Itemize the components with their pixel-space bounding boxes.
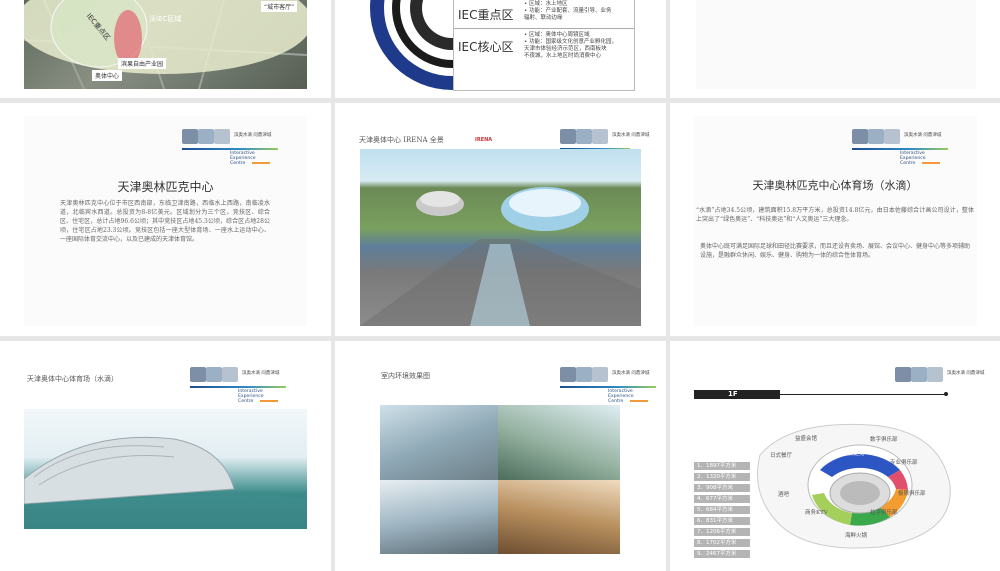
zone-key-title: IEC重点区 xyxy=(458,8,514,22)
zone-key-line: 辐射、联动边缘 xyxy=(524,15,563,21)
zone-core-line: 天津市体验经济示范区，西南板块 xyxy=(524,46,607,52)
interior-render-hall xyxy=(498,405,620,480)
zone-key-line: • 功能：产业配套、流量引导、业务 xyxy=(524,8,612,14)
zone-core-line: • 功能：国家级文化创意产业孵化园， xyxy=(524,39,617,45)
map-label-olympic-center: 奥体中心 xyxy=(92,70,123,81)
iec-zone-card: IEC重点区 • 区域：水上地区 • 功能：产业配套、流量引导、业务 辐射、联动… xyxy=(453,0,635,91)
map-label-city-hall: “城市客厅” xyxy=(261,1,298,12)
floor-marker xyxy=(944,392,948,396)
area-stat-row: 3．908平方米 xyxy=(694,484,750,492)
plan-label: 数字俱乐部 xyxy=(870,437,898,443)
floor-label: 1F xyxy=(728,390,738,398)
slide-title: 天津奥林匹克中心 xyxy=(117,180,214,194)
zone-core-line: • 区域：奥体中心周镜区域 xyxy=(524,32,590,38)
map-label-iec-area: 沃IEC区域 xyxy=(149,15,182,23)
plan-label: 拉字俱乐部 xyxy=(870,510,898,516)
slide-iec-zones[interactable]: IEC重点区 • 区域：水上地区 • 功能：产业配套、流量引导、业务 辐射、联动… xyxy=(335,0,666,98)
slide-body-text: 天津奥林匹克中心位于市区西南部，东临卫津南路，西临水上西路，南临凌水道，北临宾水… xyxy=(60,200,270,243)
area-stat-row: 1．1897平方米 xyxy=(694,462,750,470)
area-stat-row: 7．1206平方米 xyxy=(694,528,750,536)
area-stat-row: 4．677平方米 xyxy=(694,495,750,503)
area-stats-list: 1．1897平方米 2．1320平方米 3．908平方米 4．677平方米 5．… xyxy=(694,462,750,562)
stadium-aerial-render xyxy=(360,149,641,326)
slide-olympic-center-panorama[interactable]: 天津奥体中心 IRENA 全景 IRENA 滨奥水滴 问鼎津城 xyxy=(335,103,666,336)
plan-label: 商务KTV xyxy=(805,510,828,516)
plan-label: 益盛会馆 xyxy=(795,436,818,442)
center-gym-label: 宝力豪健身 xyxy=(835,450,866,457)
floor-divider xyxy=(780,394,946,395)
zone-key-line: • 区域：水上地区 xyxy=(524,1,568,7)
slide-para-1: “水滴”占地34.5公顷，建筑面积15.8万平方米，总投资14.8亿元，由日本佐… xyxy=(696,207,974,223)
iec-logo: 滨奥水滴 问鼎津城 Interactive Experience Centre xyxy=(190,367,286,404)
slide-aerial-map[interactable]: 沃IEC区域 “城市客厅” IEC重点区 滨果自由产业园 奥体中心 xyxy=(0,0,331,98)
area-stat-row: 6．831平方米 xyxy=(694,517,750,525)
iec-logo: 滨奥水滴 问鼎津城 xyxy=(895,367,991,401)
logo-brand-text: 滨奥水滴 问鼎津城 xyxy=(234,133,272,138)
blank-slide-area xyxy=(696,0,976,89)
area-stat-row: 5．684平方米 xyxy=(694,506,750,514)
aerial-map-image: 沃IEC区域 “城市客厅” IEC重点区 滨果自由产业园 奥体中心 xyxy=(24,0,307,89)
slide-title: 室内环境效果图 xyxy=(381,372,430,380)
slide-interior-renders[interactable]: 室内环境效果图 滨奥水滴 问鼎津城 Interactive Experience C… xyxy=(335,341,666,571)
slide-water-drop-stadium[interactable]: 滨奥水滴 问鼎津城 Interactive Experience Centre 天津… xyxy=(670,103,1000,336)
slide-blank[interactable] xyxy=(670,0,1000,98)
zone-core-line: 不夜城，水上地区时尚消费中心 xyxy=(524,53,602,59)
slide-para-2: 奥体中心既可满足国际足球和田径比赛要求，而且还设有卖场、展馆、会议中心、健身中心… xyxy=(700,243,971,259)
slide-stadium-exterior[interactable]: 天津奥体中心体育场（水滴） 滨奥水滴 问鼎津城 Interactive Exper… xyxy=(0,341,331,571)
area-stat-row: 8．1702平方米 xyxy=(694,539,750,547)
plan-label: 海鲜火锅 xyxy=(845,533,868,539)
plan-label: 酒吧 xyxy=(778,492,790,498)
plan-label: 专业俱乐部 xyxy=(890,460,918,466)
iec-logo: 滨奥水滴 问鼎津城 Interactive Experience Centre xyxy=(852,129,948,166)
map-label-industrial-park: 滨果自由产业园 xyxy=(118,58,167,69)
iec-logo: 滨奥水滴 问鼎津城 Interactive Experience Centre xyxy=(182,129,278,166)
interior-render-dining xyxy=(498,480,620,554)
area-stat-row: 9．2467平方米 xyxy=(694,550,750,558)
iec-logo: 滨奥水滴 问鼎津城 Interactive Experience Centre xyxy=(560,367,656,404)
slide-title: 天津奥林匹克中心体育场（水滴） xyxy=(752,179,918,192)
zone-core-title: IEC核心区 xyxy=(458,40,514,54)
slide-olympic-center-intro[interactable]: 滨奥水滴 问鼎津城 Interactive Experience Centre 天津… xyxy=(0,103,331,336)
plan-label: 极限俱乐部 xyxy=(898,491,926,497)
slide-title: 天津奥体中心体育场（水滴） xyxy=(27,375,118,383)
interior-render-concourse xyxy=(380,480,498,554)
stadium-exterior-render xyxy=(24,409,307,529)
slide-title: 天津奥体中心 IRENA 全景 xyxy=(359,136,444,144)
slide-floor-plan-1f[interactable]: 滨奥水滴 问鼎津城 1F 宝力豪健身 益盛会馆 数字俱乐部 日式餐厅 专业俱乐部… xyxy=(670,341,1000,571)
irena-badge: IRENA xyxy=(475,137,493,143)
area-stat-row: 2．1320平方米 xyxy=(694,473,750,481)
interior-render-atrium xyxy=(380,405,498,480)
plan-label: 日式餐厅 xyxy=(770,453,793,459)
